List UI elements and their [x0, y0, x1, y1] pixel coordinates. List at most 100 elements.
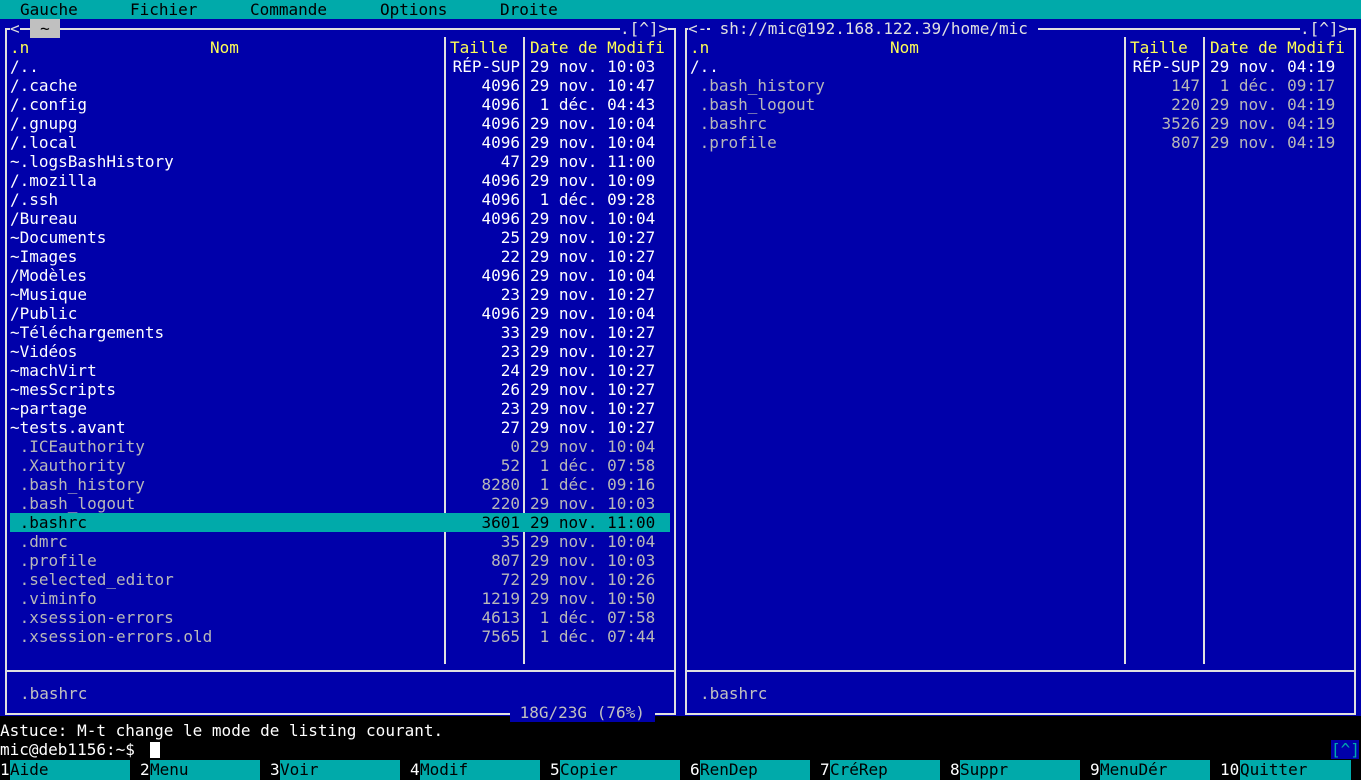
file-row[interactable]: ~partage 23 29 nov. 10:27: [10, 399, 670, 418]
file-date: 1 déc. 07:58: [530, 456, 656, 475]
file-date: 29 nov. 10:27: [530, 380, 656, 399]
file-date: 1 déc. 09:17: [1210, 76, 1336, 95]
file-name: .bash_history: [690, 76, 825, 95]
file-size: 25: [500, 228, 520, 247]
left-panel[interactable]: < ~ .[^]> .n Nom Taille Date de Modifi /…: [0, 19, 680, 722]
left-col-date[interactable]: Date de Modifi: [530, 38, 665, 57]
file-name: ~partage: [10, 399, 88, 418]
menu-droite[interactable]: Droite: [500, 0, 558, 19]
file-size: 220: [491, 494, 520, 513]
file-row[interactable]: .dmrc 35 29 nov. 10:04: [10, 532, 670, 551]
menu-fichier[interactable]: Fichier: [130, 0, 197, 19]
menu-commande[interactable]: Commande: [250, 0, 327, 19]
file-size: RÉP-SUP: [452, 57, 520, 76]
file-name: /Bureau: [10, 209, 78, 228]
right-panel-left-marker[interactable]: <-: [688, 19, 708, 38]
file-name: ~machVirt: [10, 361, 97, 380]
file-row[interactable]: .ICEauthority 0 29 nov. 10:04: [10, 437, 670, 456]
file-name: .profile: [10, 551, 97, 570]
file-row[interactable]: .xsession-errors 4613 1 déc. 07:58: [10, 608, 670, 627]
file-row[interactable]: .bash_logout 220 29 nov. 10:03: [10, 494, 670, 513]
file-row[interactable]: .profile 807 29 nov. 04:19: [690, 133, 1350, 152]
file-row[interactable]: .bash_history 8280 1 déc. 09:16: [10, 475, 670, 494]
file-row[interactable]: /.cache 4096 29 nov. 10:47: [10, 76, 670, 95]
left-status-file: .bashrc: [20, 684, 88, 703]
file-date: 29 nov. 10:04: [530, 437, 656, 456]
file-row[interactable]: ~Téléchargements 33 29 nov. 10:27: [10, 323, 670, 342]
file-row[interactable]: .viminfo 1219 29 nov. 10:50: [10, 589, 670, 608]
left-panel-right-marker[interactable]: .[^]>: [620, 19, 669, 38]
file-size: 4096: [481, 266, 520, 285]
file-name: ~tests.avant: [10, 418, 126, 437]
file-row[interactable]: .profile 807 29 nov. 10:03: [10, 551, 670, 570]
file-row[interactable]: ~mesScripts 26 29 nov. 10:27: [10, 380, 670, 399]
menu-gauche[interactable]: Gauche: [20, 0, 78, 19]
file-row[interactable]: .selected_editor 72 29 nov. 10:26: [10, 570, 670, 589]
file-size: 807: [491, 551, 520, 570]
right-panel[interactable]: <- sh://mic@192.168.122.39/home/mic .[^]…: [680, 19, 1361, 716]
shell-prompt[interactable]: mic@deb1156:~$: [0, 740, 145, 759]
fkey-number: 4: [410, 760, 420, 779]
right-panel-right-marker[interactable]: .[^]>: [1300, 19, 1349, 38]
right-col-name[interactable]: Nom: [890, 38, 919, 57]
file-row[interactable]: /.mozilla 4096 29 nov. 10:09: [10, 171, 670, 190]
file-size: 3601: [481, 513, 520, 532]
file-row[interactable]: ~machVirt 24 29 nov. 10:27: [10, 361, 670, 380]
file-date: 29 nov. 10:26: [530, 570, 656, 589]
file-row[interactable]: .xsession-errors.old 7565 1 déc. 07:44: [10, 627, 670, 646]
file-row[interactable]: /.ssh 4096 1 déc. 09:28: [10, 190, 670, 209]
right-col-size[interactable]: Taille: [1130, 38, 1188, 57]
file-row[interactable]: /Modèles 4096 29 nov. 10:04: [10, 266, 670, 285]
disk-usage: 18G/23G (76%): [510, 703, 655, 722]
file-size: 4096: [481, 95, 520, 114]
file-name: ~Téléchargements: [10, 323, 165, 342]
history-button[interactable]: [^]: [1331, 740, 1360, 759]
file-name: .bash_logout: [690, 95, 816, 114]
file-size: 4096: [481, 133, 520, 152]
left-panel-title: ~: [30, 19, 60, 38]
left-col-name[interactable]: Nom: [210, 38, 239, 57]
left-panel-left-marker[interactable]: <: [10, 19, 20, 38]
file-name: /.cache: [10, 76, 78, 95]
file-size: 52: [500, 456, 520, 475]
file-date: 29 nov. 04:19: [1210, 114, 1336, 133]
file-row[interactable]: .bashrc 3601 29 nov. 11:00: [10, 513, 670, 532]
file-size: 4096: [481, 76, 520, 95]
right-panel-title: sh://mic@192.168.122.39/home/mic: [710, 19, 1038, 38]
file-row[interactable]: /.gnupg 4096 29 nov. 10:04: [10, 114, 670, 133]
file-name: .xsession-errors: [10, 608, 174, 627]
file-name: .bashrc: [690, 114, 768, 133]
left-col-size[interactable]: Taille: [450, 38, 508, 57]
right-col-date[interactable]: Date de Modifi: [1210, 38, 1345, 57]
menu-options[interactable]: Options: [380, 0, 447, 19]
file-size: 4096: [481, 190, 520, 209]
file-row[interactable]: ~Vidéos 23 29 nov. 10:27: [10, 342, 670, 361]
file-row[interactable]: ~.logsBashHistory 47 29 nov. 11:00: [10, 152, 670, 171]
file-row[interactable]: /.. RÉP-SUP 29 nov. 04:19: [690, 57, 1350, 76]
file-name: ~Musique: [10, 285, 88, 304]
file-row[interactable]: .Xauthority 52 1 déc. 07:58: [10, 456, 670, 475]
file-row[interactable]: ~Images 22 29 nov. 10:27: [10, 247, 670, 266]
file-name: /.ssh: [10, 190, 59, 209]
file-size: 0: [510, 437, 520, 456]
fkey-label: Suppr: [960, 760, 1080, 780]
file-row[interactable]: /.local 4096 29 nov. 10:04: [10, 133, 670, 152]
file-row[interactable]: /.config 4096 1 déc. 04:43: [10, 95, 670, 114]
file-row[interactable]: /Bureau 4096 29 nov. 10:04: [10, 209, 670, 228]
file-row[interactable]: ~Documents 25 29 nov. 10:27: [10, 228, 670, 247]
file-row[interactable]: .bash_history 147 1 déc. 09:17: [690, 76, 1350, 95]
right-sort-indicator[interactable]: .n: [690, 38, 709, 57]
file-row[interactable]: /.. RÉP-SUP 29 nov. 10:03: [10, 57, 670, 76]
file-name: ~Vidéos: [10, 342, 78, 361]
file-row[interactable]: .bash_logout 220 29 nov. 04:19: [690, 95, 1350, 114]
file-row[interactable]: .bashrc 3526 29 nov. 04:19: [690, 114, 1350, 133]
file-name: ~Images: [10, 247, 78, 266]
file-date: 29 nov. 10:27: [530, 285, 656, 304]
file-row[interactable]: /Public 4096 29 nov. 10:04: [10, 304, 670, 323]
file-row[interactable]: ~Musique 23 29 nov. 10:27: [10, 285, 670, 304]
file-date: 29 nov. 10:27: [530, 418, 656, 437]
left-sort-indicator[interactable]: .n: [10, 38, 29, 57]
file-date: 29 nov. 10:27: [530, 247, 656, 266]
file-row[interactable]: ~tests.avant 27 29 nov. 10:27: [10, 418, 670, 437]
file-size: 4096: [481, 209, 520, 228]
